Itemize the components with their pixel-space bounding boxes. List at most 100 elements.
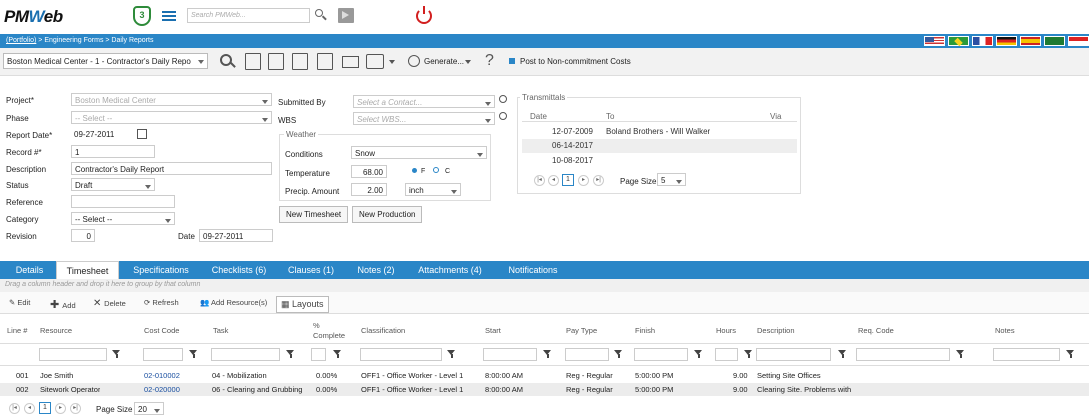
transmittal-row[interactable]: 06-14-2017 xyxy=(522,139,797,153)
filter-finish-input[interactable] xyxy=(634,348,688,361)
breadcrumb-portfolio-link[interactable]: (Portfolio) xyxy=(6,37,36,44)
last-page-button[interactable]: ▸| xyxy=(593,175,604,186)
shield-badge-icon[interactable]: 3 xyxy=(133,6,151,26)
filter-icon[interactable] xyxy=(1066,350,1075,359)
filter-pay-type-input[interactable] xyxy=(565,348,609,361)
grid-prev-page-button[interactable]: ◂ xyxy=(24,403,35,414)
filter-req-code-input[interactable] xyxy=(856,348,950,361)
print-dropdown-icon[interactable] xyxy=(389,60,395,64)
add-button[interactable]: ✚ Add xyxy=(50,298,76,311)
col-complete[interactable]: % Complete xyxy=(313,321,345,341)
filter-notes-input[interactable] xyxy=(993,348,1060,361)
calendar-icon[interactable] xyxy=(137,129,147,139)
col-resource[interactable]: Resource xyxy=(40,326,72,335)
record-number-input[interactable]: 1 xyxy=(71,145,155,158)
flag-saudi-icon[interactable] xyxy=(1044,36,1065,46)
grid-next-page-button[interactable]: ▸ xyxy=(55,403,66,414)
col-notes[interactable]: Notes xyxy=(995,326,1015,335)
grid-first-page-button[interactable]: |◂ xyxy=(9,403,20,414)
col-classification[interactable]: Classification xyxy=(361,326,405,335)
filter-icon[interactable] xyxy=(189,350,198,359)
post-checkbox[interactable] xyxy=(509,58,515,64)
current-page[interactable]: 1 xyxy=(562,174,574,186)
first-page-button[interactable]: |◂ xyxy=(534,175,545,186)
prev-page-button[interactable]: ◂ xyxy=(548,175,559,186)
filter-resource-input[interactable] xyxy=(39,348,107,361)
grid-page-size-select[interactable]: 20 xyxy=(134,402,164,415)
col-req-code[interactable]: Req. Code xyxy=(858,326,894,335)
filter-classification-input[interactable] xyxy=(360,348,442,361)
edit-button[interactable]: ✎ Edit xyxy=(9,298,30,307)
new-document-icon[interactable] xyxy=(245,53,261,70)
grid-current-page[interactable]: 1 xyxy=(39,402,51,414)
table-row[interactable]: 002 Sitework Operator 02-020000 06 - Cle… xyxy=(0,383,1089,396)
contact-search-icon[interactable] xyxy=(499,95,507,103)
filter-icon[interactable] xyxy=(694,350,703,359)
table-row[interactable]: 001 Joe Smith 02-010002 04 - Mobilizatio… xyxy=(0,369,1089,382)
col-cost-code[interactable]: Cost Code xyxy=(144,326,179,335)
delete-button[interactable]: ✕ Delete xyxy=(93,298,126,309)
submitted-by-select[interactable]: Select a Contact... xyxy=(353,95,495,108)
tab-details[interactable]: Details xyxy=(6,261,53,279)
report-date-input[interactable]: 09-27-2011 xyxy=(71,128,133,141)
help-icon[interactable]: ? xyxy=(485,52,494,70)
next-page-button[interactable]: ▸ xyxy=(578,175,589,186)
search-input[interactable]: Search PMWeb... xyxy=(187,8,310,23)
col-task[interactable]: Task xyxy=(213,326,228,335)
filter-icon[interactable] xyxy=(543,350,552,359)
transmittals-col-via[interactable]: Via xyxy=(770,112,781,121)
flag-indonesia-icon[interactable] xyxy=(1068,36,1089,46)
unit-f-radio[interactable] xyxy=(412,168,417,173)
generate-button[interactable]: Generate... xyxy=(424,57,464,66)
menu-icon[interactable] xyxy=(162,11,176,21)
tab-checklists[interactable]: Checklists (6) xyxy=(205,261,273,279)
transmittal-row[interactable]: 12-07-2009 Boland Brothers - Will Walker xyxy=(522,125,797,139)
col-line[interactable]: Line # xyxy=(7,326,27,335)
tab-notes[interactable]: Notes (2) xyxy=(350,261,402,279)
email-icon[interactable] xyxy=(342,56,359,68)
video-icon[interactable] xyxy=(338,8,354,23)
col-hours[interactable]: Hours xyxy=(716,326,736,335)
filter-complete-input[interactable] xyxy=(311,348,326,361)
transmittals-col-date[interactable]: Date xyxy=(530,112,547,121)
col-description[interactable]: Description xyxy=(757,326,795,335)
flag-france-icon[interactable] xyxy=(972,36,993,46)
group-drop-zone[interactable]: Drag a column header and drop it here to… xyxy=(0,279,1089,292)
flag-spain-icon[interactable] xyxy=(1020,36,1041,46)
tab-attachments[interactable]: Attachments (4) xyxy=(410,261,490,279)
transmittals-col-to[interactable]: To xyxy=(606,112,614,121)
filter-icon[interactable] xyxy=(744,350,753,359)
reference-input[interactable] xyxy=(71,195,175,208)
unit-c-radio[interactable] xyxy=(433,167,439,173)
filter-icon[interactable] xyxy=(838,350,847,359)
flag-us-icon[interactable] xyxy=(924,36,945,46)
precip-input[interactable]: 2.00 xyxy=(351,183,387,196)
generate-dropdown-icon[interactable] xyxy=(465,60,471,64)
pmweb-logo[interactable]: PMWeb xyxy=(4,7,63,27)
precip-unit-select[interactable]: inch xyxy=(405,183,461,196)
col-finish[interactable]: Finish xyxy=(635,326,655,335)
flag-germany-icon[interactable] xyxy=(996,36,1017,46)
filter-hours-input[interactable] xyxy=(715,348,738,361)
transmittal-row[interactable]: 10-08-2017 xyxy=(522,154,797,168)
new-timesheet-button[interactable]: New Timesheet xyxy=(279,206,349,223)
copy-icon[interactable] xyxy=(317,53,333,70)
col-start[interactable]: Start xyxy=(485,326,501,335)
wbs-select[interactable]: Select WBS... xyxy=(353,112,495,125)
project-field[interactable]: Boston Medical Center xyxy=(71,93,272,106)
status-select[interactable]: Draft xyxy=(71,178,155,191)
phase-select[interactable]: -- Select -- xyxy=(71,111,272,124)
power-icon[interactable] xyxy=(416,6,432,24)
col-pay-type[interactable]: Pay Type xyxy=(566,326,597,335)
wbs-search-icon[interactable] xyxy=(499,112,507,120)
record-selector[interactable]: Boston Medical Center - 1 - Contractor's… xyxy=(3,53,208,69)
temperature-input[interactable]: 68.00 xyxy=(351,165,387,178)
save-icon[interactable] xyxy=(268,53,284,70)
tab-specifications[interactable]: Specifications xyxy=(123,261,199,279)
grid-last-page-button[interactable]: ▸| xyxy=(70,403,81,414)
tab-clauses[interactable]: Clauses (1) xyxy=(282,261,340,279)
date-input[interactable]: 09-27-2011 xyxy=(199,229,273,242)
tab-notifications[interactable]: Notifications xyxy=(497,261,569,279)
page-size-select[interactable]: 5 xyxy=(657,173,686,186)
tab-timesheet[interactable]: Timesheet xyxy=(56,261,119,279)
